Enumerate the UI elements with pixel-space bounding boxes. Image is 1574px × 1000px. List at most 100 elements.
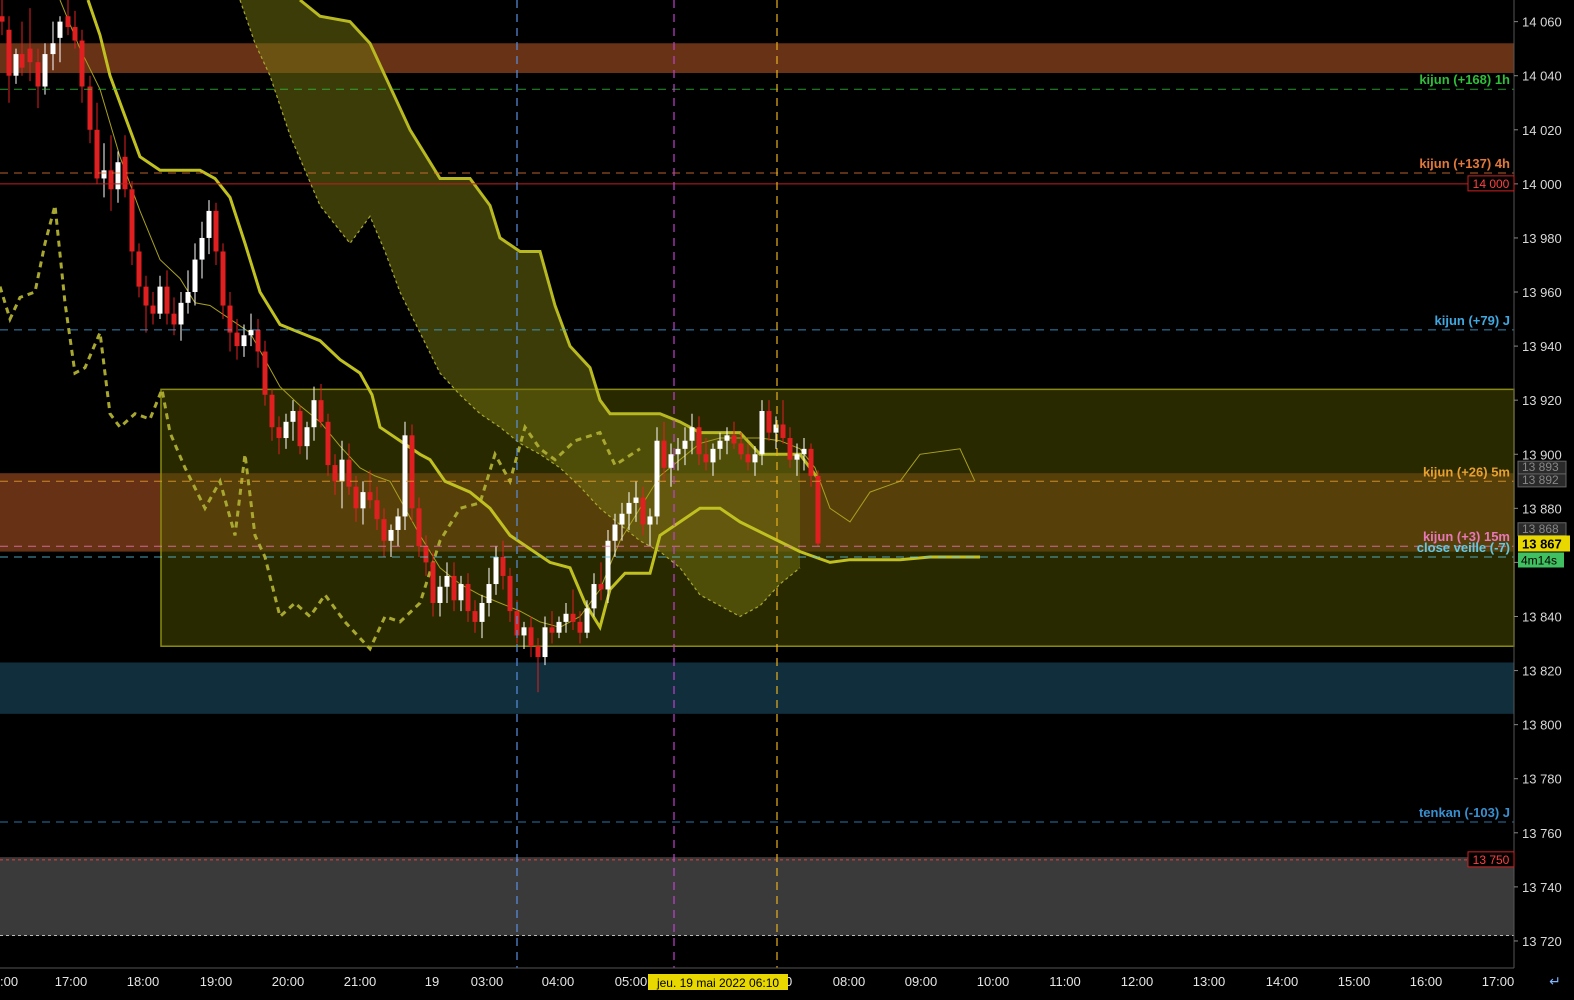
price-tick-label: 14 060 [1522, 15, 1562, 30]
candle-body [65, 16, 71, 28]
candle-body [444, 575, 450, 587]
candle-body [493, 557, 499, 585]
candle-body [556, 621, 562, 633]
candle-body [227, 305, 233, 333]
candle-body [283, 421, 289, 439]
candle-body [192, 259, 198, 293]
price-marker-label: 14 000 [1473, 177, 1510, 191]
candle-body [290, 410, 296, 422]
candle-body [710, 448, 716, 463]
price-tick-label: 13 760 [1522, 826, 1562, 841]
time-tick-label: 16:00 [1410, 974, 1443, 989]
candle-body [773, 424, 779, 433]
candle-body [661, 440, 667, 468]
time-tick-label: 14:00 [1266, 974, 1299, 989]
candle-body [206, 210, 212, 238]
candle-body [745, 454, 751, 463]
price-tick-label: 14 020 [1522, 123, 1562, 138]
candle-body [717, 440, 723, 449]
candle-body [521, 627, 527, 636]
price-zone [0, 662, 1514, 714]
candle-body [612, 524, 618, 541]
candle-body [213, 210, 219, 252]
candle-body [42, 54, 48, 87]
candle-body [682, 440, 688, 449]
candle-body [507, 575, 513, 612]
candle-body [374, 500, 380, 520]
price-tick-label: 14 000 [1522, 177, 1562, 192]
candle-body [801, 448, 807, 455]
time-tick-label: 20:00 [272, 974, 305, 989]
candle-body [549, 627, 555, 633]
candle-body [115, 162, 121, 190]
chart-canvas[interactable]: kijun (+168) 1h kijun (+137) 4h kijun (+79… [0, 0, 1574, 995]
candle-body [542, 627, 548, 658]
candle-body [619, 513, 625, 525]
candle-body [605, 540, 611, 590]
candle-body [640, 497, 646, 525]
candle-body [591, 584, 597, 609]
candle-body [178, 302, 184, 325]
candle-body [19, 54, 25, 68]
candle-body [647, 516, 653, 525]
candle-body [423, 546, 429, 563]
candle-body [675, 448, 681, 455]
candle-body [101, 170, 107, 179]
candle-body [94, 129, 100, 179]
time-tick-label: 15:00 [1338, 974, 1371, 989]
time-tick-label: 17:00 [1482, 974, 1515, 989]
time-tick-label: 05:00 [615, 974, 648, 989]
price-tick-label: 13 720 [1522, 934, 1562, 949]
candle-body [633, 497, 639, 503]
candle-body [794, 454, 800, 460]
price-tick-label: 13 800 [1522, 718, 1562, 733]
candle-body [584, 608, 590, 633]
candle-body [241, 335, 247, 347]
candle-body [416, 508, 422, 547]
ghost-price-label: 13 892 [1522, 473, 1559, 487]
time-tick-label: 19 [425, 974, 439, 989]
trading-chart[interactable]: kijun (+168) 1h kijun (+137) 4h kijun (+79… [0, 0, 1574, 995]
candle-body [262, 351, 268, 395]
price-tick-label: 13 880 [1522, 501, 1562, 516]
price-marker-label: 13 750 [1473, 853, 1510, 867]
candle-body [486, 584, 492, 603]
candle-body [150, 305, 156, 314]
candle-body [27, 48, 33, 63]
candle-body [311, 400, 317, 428]
level-label: kijun (+168) 1h [1419, 72, 1510, 87]
candle-body [731, 435, 737, 444]
candle-body [409, 435, 415, 509]
time-tick-label: :00 [0, 974, 18, 989]
candle-body [598, 584, 604, 590]
candle-body [304, 427, 310, 447]
candle-body [157, 286, 163, 314]
scroll-to-end-button[interactable]: ↵ [1540, 970, 1570, 992]
time-tick-label: 03:00 [471, 974, 504, 989]
price-tick-label: 13 820 [1522, 664, 1562, 679]
time-tick-label: 04:00 [542, 974, 575, 989]
time-tick-label: 10:00 [977, 974, 1010, 989]
level-label: kijun (+26) 5m [1423, 464, 1510, 479]
candle-body [766, 410, 772, 433]
candle-body [451, 575, 457, 601]
range-box [160, 388, 1515, 647]
candle-body [626, 502, 632, 514]
candle-body [689, 427, 695, 441]
candle-body [269, 394, 275, 428]
candle-body [353, 486, 359, 509]
candle-body [171, 313, 177, 325]
candle-body [759, 410, 765, 455]
candle-body [367, 492, 373, 501]
candle-body [696, 427, 702, 455]
time-tick-label: 11:00 [1049, 974, 1081, 989]
candle-body [318, 400, 324, 422]
candle-body [346, 459, 352, 487]
candle-body [528, 627, 534, 647]
price-tick-label: 13 780 [1522, 772, 1562, 787]
price-tick-label: 13 740 [1522, 880, 1562, 895]
candle-body [752, 454, 758, 463]
candle-timer-label: 4m14s [1521, 553, 1557, 567]
candle-body [13, 54, 19, 76]
candle-body [79, 40, 85, 87]
